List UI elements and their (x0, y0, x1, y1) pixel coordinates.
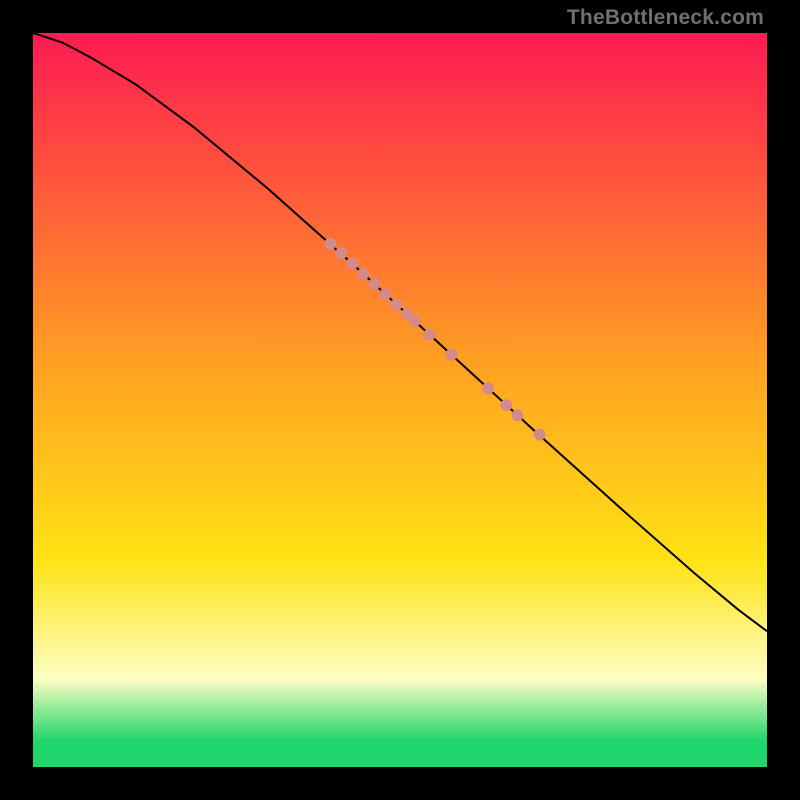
bottleneck-curve (33, 33, 767, 631)
data-point (534, 429, 546, 441)
data-point (379, 288, 391, 300)
data-point (511, 409, 523, 421)
data-point (445, 349, 457, 361)
data-point (335, 247, 347, 259)
data-point (482, 382, 494, 394)
data-point (357, 268, 369, 280)
data-point (409, 315, 421, 327)
data-point (346, 258, 358, 270)
data-point (500, 399, 512, 411)
curve-layer (33, 33, 767, 767)
watermark-text: TheBottleneck.com (567, 6, 764, 30)
chart-stage: TheBottleneck.com (0, 0, 800, 800)
plot-area (33, 33, 767, 767)
data-point (368, 278, 380, 290)
data-point (390, 299, 402, 311)
data-point (324, 238, 336, 250)
data-point (423, 329, 435, 341)
